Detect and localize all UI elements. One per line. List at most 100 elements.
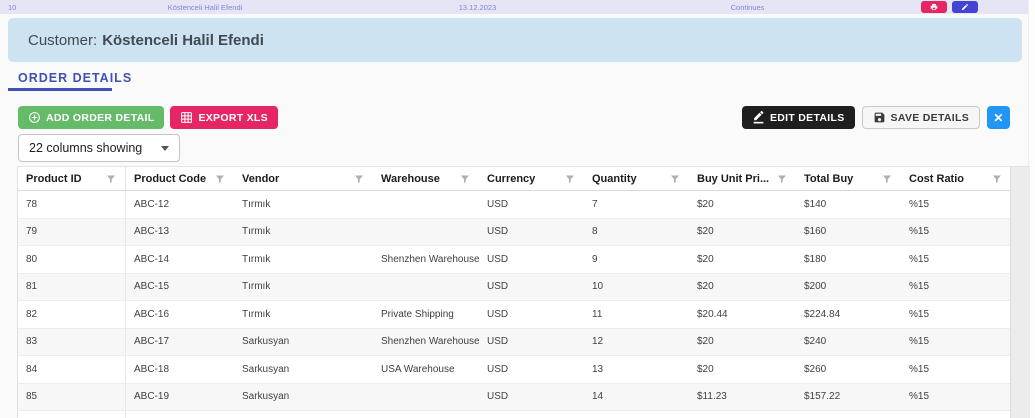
table-cell: 8 [592, 226, 598, 238]
column-header: Currency [479, 167, 584, 190]
table-cell: $160 [804, 226, 827, 238]
filter-icon[interactable] [564, 173, 576, 185]
table-cell: Private Shipping [381, 308, 454, 320]
toolbar-right: EDIT DETAILS SAVE DETAILS ✕ [741, 106, 1010, 129]
column-header: Total Buy [796, 167, 901, 190]
filter-icon[interactable] [669, 173, 681, 185]
table-cell: 14 [592, 391, 604, 403]
table-cell: ABC-13 [134, 226, 170, 238]
parent-order-row[interactable]: 10 Köstenceli Halil Efendi 13.12.2023 Co… [0, 0, 1028, 14]
table-cell: 11 [592, 308, 603, 320]
customer-banner: Customer: Köstenceli Halil Efendi [8, 18, 1022, 62]
grid-scrollbar-track[interactable] [1010, 167, 1030, 418]
table-cell: ABC-17 [134, 336, 170, 348]
export-xls-button[interactable]: EXPORT XLS [170, 106, 278, 129]
table-cell: Shenzhen Warehouse [381, 336, 479, 348]
pencil-icon [961, 3, 969, 11]
table-cell: $260 [804, 363, 827, 375]
customer-label: Customer: [28, 31, 98, 49]
filter-icon[interactable] [459, 173, 471, 185]
filter-icon[interactable] [353, 173, 365, 185]
table-cell: USD [487, 363, 509, 375]
save-icon [873, 111, 886, 124]
filter-icon[interactable] [214, 173, 226, 185]
order-customer: Köstenceli Halil Efendi [167, 2, 243, 12]
print-button[interactable] [921, 1, 947, 13]
table-row[interactable]: 85 ABC-19 Sarkusyan USD 14 $11.23 $157.22 %15 [18, 383, 1011, 411]
filter-icon[interactable] [776, 173, 788, 185]
columns-dropdown-value: 22 columns showing [29, 141, 143, 155]
table-cell: $20 [697, 253, 714, 265]
table-cell: Shenzhen Warehouse [381, 253, 479, 265]
table-cell: $20 [697, 363, 714, 375]
filter-icon[interactable] [105, 173, 117, 185]
columns-dropdown[interactable]: 22 columns showing [18, 134, 180, 162]
table-cell: %15 [909, 336, 930, 348]
grid-icon [180, 111, 193, 124]
table-cell: %15 [909, 281, 930, 293]
table-cell: $11.23 [697, 391, 727, 403]
toolbar-left: ADD ORDER DETAIL EXPORT XLS [18, 106, 278, 129]
table-row[interactable]: 80 ABC-14 Tırmık Shenzhen Warehouse USD 9 $20 $… [18, 246, 1011, 274]
chevron-down-icon [161, 145, 169, 151]
table-row[interactable]: 83 ABC-17 Sarkusyan Shenzhen Warehouse USD 12… [18, 328, 1011, 356]
column-header-label: Total Buy [804, 172, 854, 185]
plus-circle-icon [28, 111, 41, 124]
table-header-row: Product ID Product Code Vendor Warehouse Cur… [18, 167, 1011, 191]
table-cell: Sarkusyan [234, 411, 373, 418]
table-cell: $240 [804, 336, 827, 348]
table-cell: Tırmık [242, 226, 271, 238]
column-header: Product ID [18, 167, 126, 190]
table-cell: USD [487, 308, 509, 320]
table-cell: $200 [804, 281, 827, 293]
order-status: Continues [730, 2, 765, 12]
column-header-label: Buy Unit Pri... [697, 172, 770, 185]
edit-details-button[interactable]: EDIT DETAILS [741, 106, 855, 129]
table-cell: %15 [909, 226, 930, 238]
table-cell [373, 191, 479, 218]
order-row-actions [910, 1, 1028, 13]
close-button[interactable]: ✕ [987, 106, 1010, 129]
filter-icon[interactable] [881, 173, 893, 185]
table-row[interactable]: 84 ABC-18 Sarkusyan USA Warehouse USD 13 $20 $2… [18, 356, 1011, 384]
table-cell: $20 [697, 281, 714, 293]
table-cell [373, 219, 479, 246]
table-cell: ABC-16 [134, 308, 170, 320]
table-row[interactable]: 79 ABC-13 Tırmık USD 8 $20 $160 %15 [18, 218, 1011, 246]
add-order-detail-button[interactable]: ADD ORDER DETAIL [18, 106, 165, 129]
tab-order-details[interactable]: ORDER DETAILS [18, 71, 132, 85]
column-header-label: Product Code [134, 172, 207, 185]
table-cell: 80 [18, 246, 126, 273]
filter-icon[interactable] [991, 173, 1003, 185]
column-header: Product Code [126, 167, 234, 190]
table-cell: ABC-18 [134, 363, 170, 375]
table-cell: 12 [592, 336, 604, 348]
table-row[interactable]: 78 ABC-12 Tırmık USD 7 $20 $140 %15 [18, 191, 1011, 219]
table-row[interactable]: 86ABC-20SarkusyanUSA WarehouseUSD15$20$3… [18, 411, 1011, 418]
table-cell: 81 [18, 273, 126, 300]
tab-indicator [8, 88, 112, 91]
table-cell [373, 274, 479, 301]
customer-name: Köstenceli Halil Efendi [102, 31, 264, 49]
table-cell: 85 [18, 383, 126, 410]
table-cell: Sarkusyan [242, 336, 290, 348]
table-cell: Tırmık [242, 198, 271, 210]
table-cell: Sarkusyan [242, 391, 290, 403]
table-cell: USD [487, 391, 509, 403]
save-details-button[interactable]: SAVE DETAILS [861, 106, 980, 129]
column-header: Quantity [584, 167, 689, 190]
column-header-label: Currency [487, 172, 536, 185]
column-header: Vendor [234, 167, 373, 190]
save-details-label: SAVE DETAILS [890, 111, 969, 124]
table-cell: ABC-19 [134, 391, 170, 403]
edit-order-button[interactable] [952, 1, 978, 13]
table-row[interactable]: 81 ABC-15 Tırmık USD 10 $20 $200 %15 [18, 273, 1011, 301]
table-cell: %15 [909, 198, 930, 210]
table-cell: $224.84 [804, 308, 841, 320]
printer-icon [930, 3, 938, 11]
table-body: 78 ABC-12 Tırmık USD 7 $20 $140 %15 79 ABC-13 Tırm… [18, 191, 1011, 418]
table-cell: %15 [909, 308, 930, 320]
column-header-label: Product ID [26, 172, 82, 185]
table-row[interactable]: 82 ABC-16 Tırmık Private Shipping USD 11 $20.4… [18, 301, 1011, 329]
table-cell: $20 [697, 198, 714, 210]
